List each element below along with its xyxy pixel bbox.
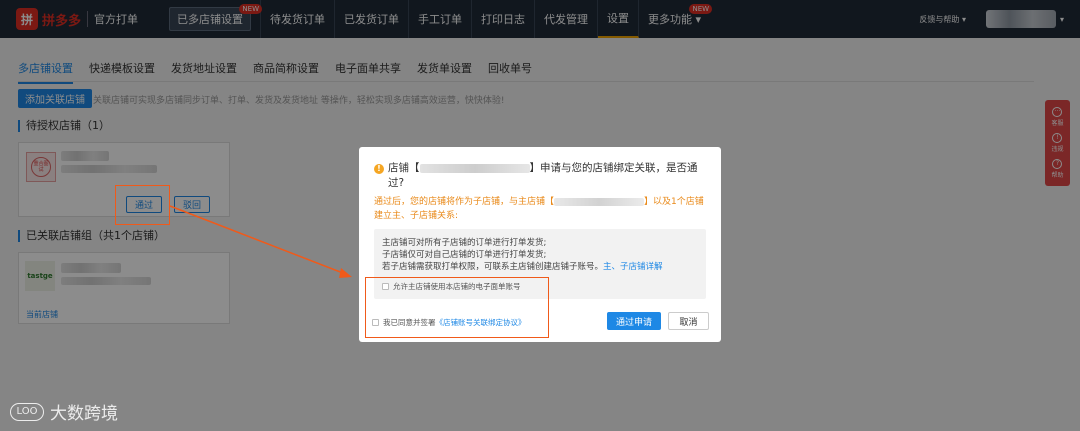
annotation-highlight-approve <box>115 185 170 225</box>
info-line: 子店铺仅可对自己店铺的订单进行打单发货; <box>382 250 547 260</box>
watermark: LOO 大数跨境 <box>10 399 118 424</box>
dialog-title: 店铺【 】申请与您的店铺绑定关联，是否通过? <box>388 162 698 189</box>
approve-request-button[interactable]: 通过申请 <box>607 312 661 330</box>
info-line: 主店铺可对所有子店铺的订单进行打单发货; <box>382 238 547 248</box>
cancel-button[interactable]: 取消 <box>668 312 709 330</box>
warning-icon: ! <box>374 164 384 174</box>
annotation-highlight-checkboxes <box>365 277 549 338</box>
blurred-shop-name <box>419 163 530 173</box>
watermark-logo-icon: LOO <box>10 402 44 421</box>
blurred-main-shop-name <box>554 197 645 206</box>
info-line: 若子店铺需获取打单权限，可联系主店铺创建店铺子账号。主、子店铺详解 <box>382 262 663 272</box>
dialog-warning-text: 通过后，您的店铺将作为子店铺，与主店铺【 】以及1个店铺建立主、子店铺关系: <box>374 197 704 221</box>
main-sub-shop-details-link[interactable]: 主、子店铺详解 <box>603 262 663 272</box>
